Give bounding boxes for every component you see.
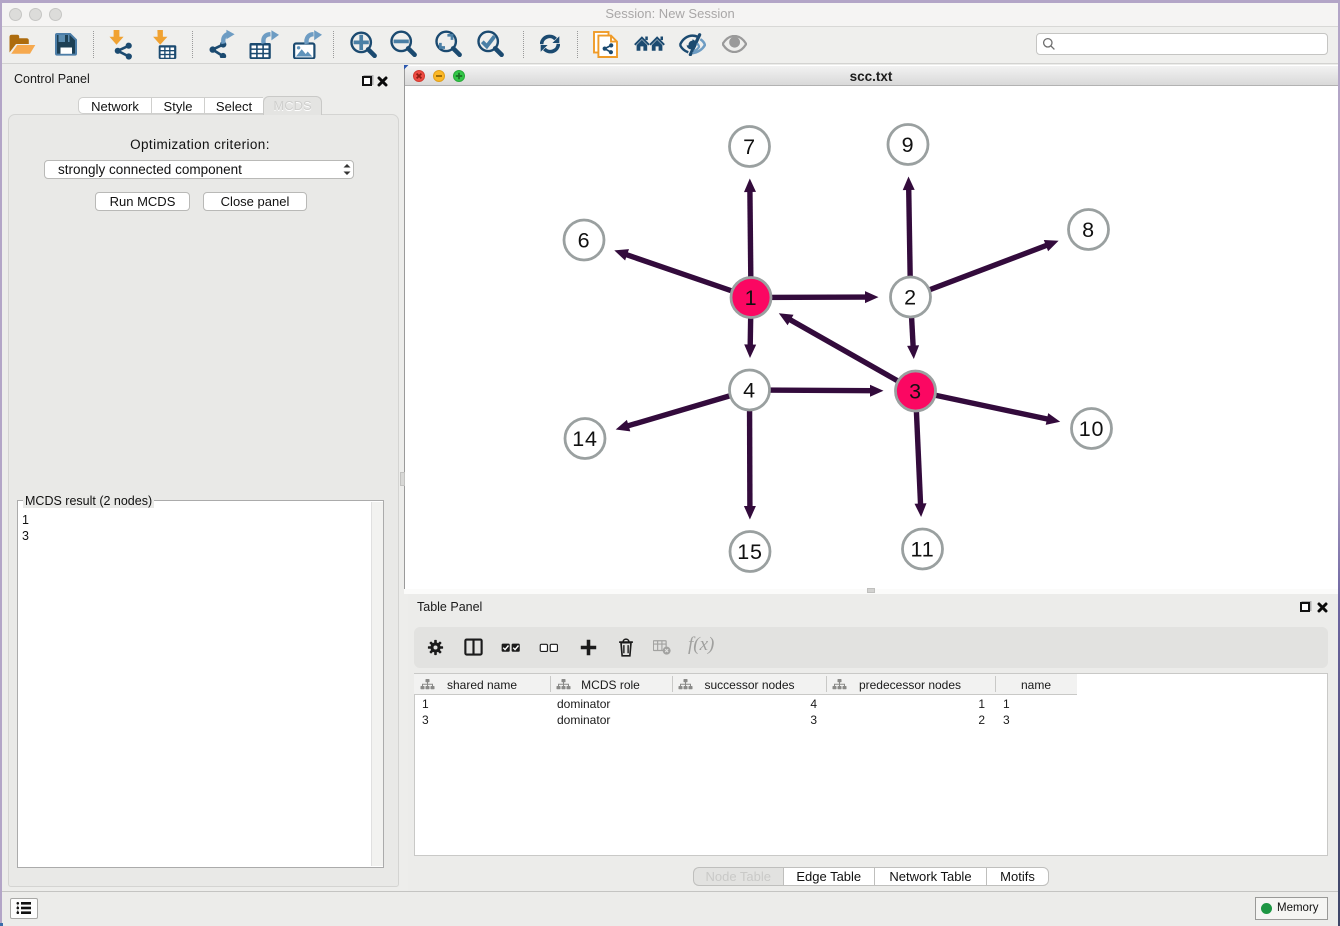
svg-text:6: 6 [578,229,591,253]
svg-text:14: 14 [572,427,598,451]
svg-text:9: 9 [902,133,915,157]
svg-text:8: 8 [1082,218,1095,242]
svg-text:1: 1 [745,286,758,310]
svg-text:3: 3 [909,380,922,404]
svg-text:4: 4 [743,379,756,403]
svg-text:2: 2 [904,286,917,310]
svg-text:10: 10 [1079,417,1105,441]
svg-text:15: 15 [737,540,763,564]
svg-text:11: 11 [911,538,935,562]
svg-text:7: 7 [743,135,756,159]
